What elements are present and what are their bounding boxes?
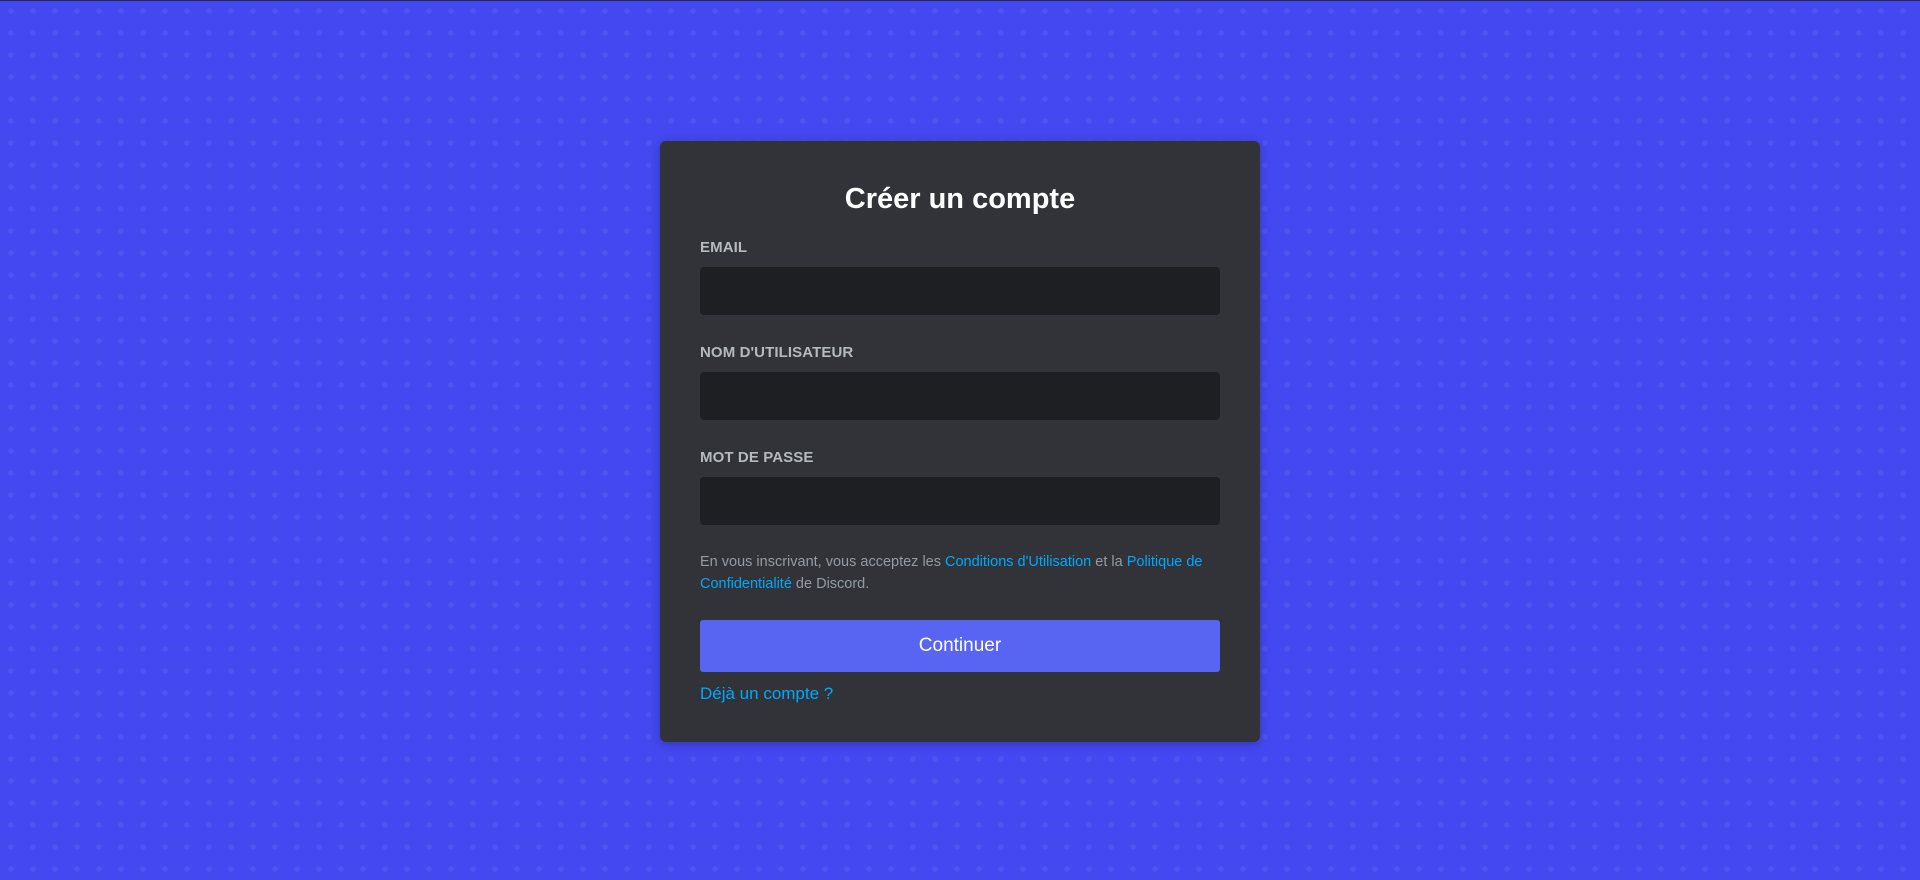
terms-suffix: de Discord.: [791, 576, 870, 592]
email-field-group: EMAIL: [700, 239, 1220, 315]
username-field[interactable]: [700, 372, 1220, 420]
email-field[interactable]: [700, 267, 1220, 315]
terms-middle: et la: [1091, 554, 1127, 570]
password-field[interactable]: [700, 477, 1220, 525]
password-label: MOT DE PASSE: [700, 449, 814, 466]
page-title: Créer un compte: [844, 183, 1076, 215]
password-field-group: MOT DE PASSE: [700, 449, 1220, 525]
terms-prefix: En vous inscrivant, vous acceptez les: [700, 554, 946, 570]
username-label: NOM D'UTILISATEUR: [700, 344, 854, 361]
already-have-account-link[interactable]: Déjà un compte ?: [700, 684, 833, 704]
email-label: EMAIL: [700, 239, 748, 256]
continue-button[interactable]: Continuer: [700, 620, 1220, 672]
terms-of-service-link[interactable]: Conditions d'Utilisation: [945, 554, 1091, 570]
register-card: Créer un compte EMAIL NOM D'UTILISATEUR …: [660, 141, 1260, 742]
terms-text: En vous inscrivant, vous acceptez les Co…: [700, 551, 1220, 595]
username-field-group: NOM D'UTILISATEUR: [700, 344, 1220, 420]
